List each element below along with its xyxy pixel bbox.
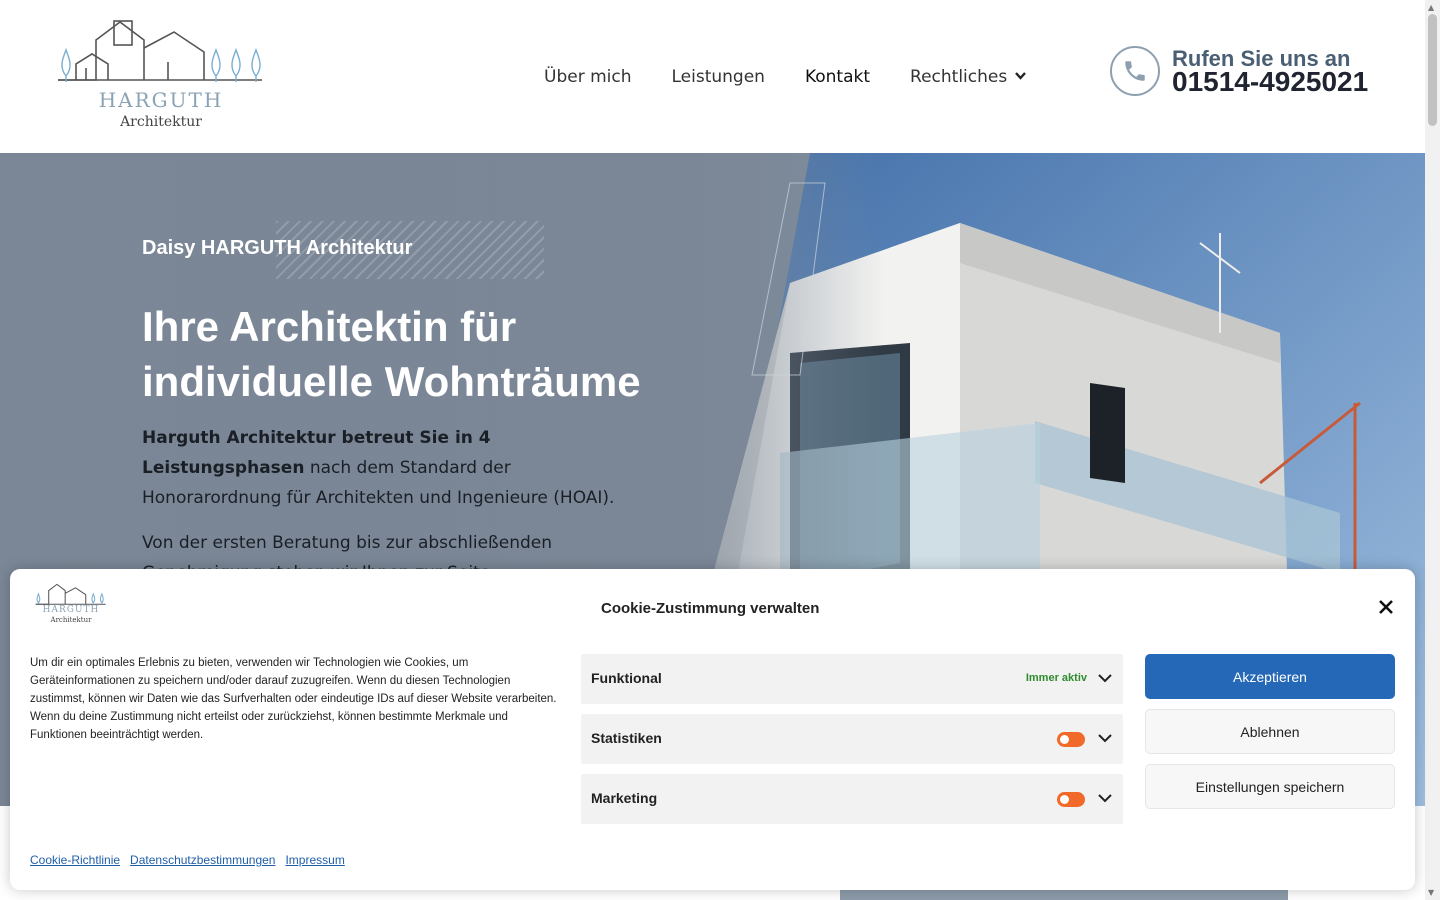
statistiken-toggle[interactable]	[1057, 732, 1085, 747]
privacy-policy-link[interactable]: Datenschutzbestimmungen	[130, 853, 275, 867]
cookie-policy-link[interactable]: Cookie-Richtlinie	[30, 853, 120, 867]
category-label: Statistiken	[591, 730, 662, 746]
imprint-link[interactable]: Impressum	[285, 853, 344, 867]
category-label: Funktional	[591, 670, 662, 686]
marketing-toggle[interactable]	[1057, 792, 1085, 807]
scroll-thumb[interactable]	[1428, 14, 1437, 126]
cookie-logo-subtitle: Architektur	[50, 616, 92, 624]
logo-subtitle: Architektur	[120, 114, 202, 130]
accept-button[interactable]: Akzeptieren	[1145, 654, 1395, 699]
close-icon[interactable]	[1374, 597, 1398, 621]
cookie-consent-dialog: HARGUTH Architektur Cookie-Zustimmung ve…	[10, 569, 1415, 890]
category-statistiken[interactable]: Statistiken	[581, 714, 1123, 764]
cookie-links: Cookie-Richtlinie Datenschutzbestimmunge…	[30, 853, 355, 867]
hero-title: Ihre Architektin für individuelle Wohntr…	[142, 303, 641, 405]
save-preferences-button[interactable]: Einstellungen speichern	[1145, 764, 1395, 809]
phone-icon	[1110, 46, 1160, 96]
category-marketing[interactable]: Marketing	[581, 774, 1123, 824]
category-label: Marketing	[591, 790, 658, 806]
nav-item-rechtliches[interactable]: Rechtliches	[910, 67, 1027, 87]
phone-number[interactable]: 01514-4925021	[1172, 66, 1368, 98]
cookie-dialog-title: Cookie-Zustimmung verwalten	[601, 600, 820, 617]
phone-contact[interactable]: Rufen Sie uns an 01514-4925021	[1110, 46, 1410, 100]
nav-item-kontakt[interactable]: Kontakt	[805, 67, 870, 87]
nav-item-rechtliches-label: Rechtliches	[910, 67, 1008, 87]
chevron-down-icon	[1015, 70, 1027, 83]
page-scrollbar[interactable]: ▲ ▼	[1425, 0, 1440, 900]
category-funktional[interactable]: Funktional Immer aktiv	[581, 654, 1123, 704]
site-logo[interactable]: HARGUTH Architektur	[56, 18, 266, 136]
scroll-up-arrow-icon[interactable]: ▲	[1428, 3, 1434, 12]
scroll-down-arrow-icon[interactable]: ▼	[1428, 888, 1434, 897]
nav-item-leistungen[interactable]: Leistungen	[672, 67, 765, 87]
cookie-logo-name: HARGUTH	[42, 605, 100, 615]
hero-intro: Harguth Architektur betreut Sie in 4 Lei…	[142, 423, 642, 513]
cookie-description: Um dir ein optimales Erlebnis zu bieten,…	[30, 657, 557, 741]
chevron-down-icon[interactable]	[1097, 670, 1113, 686]
chevron-down-icon[interactable]	[1097, 790, 1113, 806]
logo-name: HARGUTH	[98, 88, 224, 112]
nav-item-ueber-mich[interactable]: Über mich	[544, 67, 632, 87]
always-active-status: Immer aktiv	[1025, 672, 1087, 684]
house-logo-icon	[58, 20, 262, 82]
hero-eyebrow: Daisy HARGUTH Architektur	[142, 237, 413, 259]
chevron-down-icon[interactable]	[1097, 730, 1113, 746]
deny-button[interactable]: Ablehnen	[1145, 709, 1395, 754]
house-logo-icon	[35, 583, 106, 605]
main-nav: Über mich Leistungen Kontakt Rechtliches	[544, 64, 1066, 90]
site-header: HARGUTH Architektur Über mich Leistungen…	[0, 0, 1425, 153]
cookie-logo: HARGUTH Architektur	[32, 583, 110, 625]
